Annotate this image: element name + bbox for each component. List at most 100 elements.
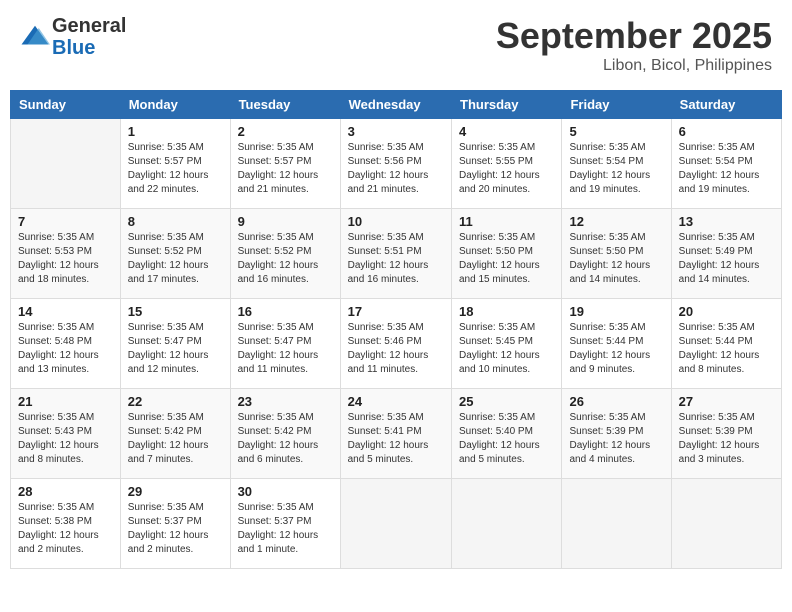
day-info: Sunrise: 5:35 AM Sunset: 5:40 PM Dayligh… (459, 411, 554, 467)
day-number: 27 (679, 394, 774, 409)
day-number: 13 (679, 214, 774, 229)
day-number: 9 (238, 214, 333, 229)
calendar-cell: 9 Sunrise: 5:35 AM Sunset: 5:52 PM Daylig… (230, 209, 340, 299)
day-number: 6 (679, 124, 774, 139)
day-info: Sunrise: 5:35 AM Sunset: 5:44 PM Dayligh… (679, 321, 774, 377)
day-info: Sunrise: 5:35 AM Sunset: 5:41 PM Dayligh… (348, 411, 444, 467)
day-info: Sunrise: 5:35 AM Sunset: 5:49 PM Dayligh… (679, 231, 774, 287)
calendar-cell: 20 Sunrise: 5:35 AM Sunset: 5:44 PM Dayli… (671, 299, 781, 389)
calendar-cell: 23 Sunrise: 5:35 AM Sunset: 5:42 PM Dayli… (230, 389, 340, 479)
calendar-cell: 14 Sunrise: 5:35 AM Sunset: 5:48 PM Dayli… (11, 299, 121, 389)
calendar-week-row: 14 Sunrise: 5:35 AM Sunset: 5:48 PM Dayli… (11, 299, 782, 389)
day-number: 7 (18, 214, 113, 229)
day-number: 19 (569, 304, 663, 319)
calendar-cell: 3 Sunrise: 5:35 AM Sunset: 5:56 PM Daylig… (340, 119, 451, 209)
day-number: 24 (348, 394, 444, 409)
calendar-cell: 5Sunrise: 5:35 AM Sunset: 5:54 PM Daylig… (562, 119, 671, 209)
day-number: 23 (238, 394, 333, 409)
day-info: Sunrise: 5:35 AM Sunset: 5:42 PM Dayligh… (128, 411, 223, 467)
day-info: Sunrise: 5:35 AM Sunset: 5:46 PM Dayligh… (348, 321, 444, 377)
logo-icon (20, 22, 50, 52)
calendar-week-row: 28 Sunrise: 5:35 AM Sunset: 5:38 PM Dayli… (11, 479, 782, 569)
calendar-cell: 24 Sunrise: 5:35 AM Sunset: 5:41 PM Dayli… (340, 389, 451, 479)
day-number: 11 (459, 214, 554, 229)
day-info: Sunrise: 5:35 AM Sunset: 5:52 PM Dayligh… (128, 231, 223, 287)
day-info: Sunrise: 5:35 AM Sunset: 5:54 PM Dayligh… (569, 141, 663, 197)
day-info: Sunrise: 5:35 AM Sunset: 5:43 PM Dayligh… (18, 411, 113, 467)
day-info: Sunrise: 5:35 AM Sunset: 5:47 PM Dayligh… (238, 321, 333, 377)
day-info: Sunrise: 5:35 AM Sunset: 5:38 PM Dayligh… (18, 501, 113, 557)
weekday-header-row: SundayMondayTuesdayWednesdayThursdayFrid… (11, 91, 782, 119)
day-info: Sunrise: 5:35 AM Sunset: 5:50 PM Dayligh… (459, 231, 554, 287)
logo: General Blue (20, 15, 126, 59)
day-number: 15 (128, 304, 223, 319)
calendar-cell: 10Sunrise: 5:35 AM Sunset: 5:51 PM Dayli… (340, 209, 451, 299)
weekday-header-friday: Friday (562, 91, 671, 119)
day-info: Sunrise: 5:35 AM Sunset: 5:39 PM Dayligh… (679, 411, 774, 467)
calendar-cell: 17Sunrise: 5:35 AM Sunset: 5:46 PM Dayli… (340, 299, 451, 389)
day-number: 22 (128, 394, 223, 409)
calendar-cell (671, 479, 781, 569)
title-section: September 2025 Libon, Bicol, Philippines (496, 15, 772, 75)
calendar-cell: 4 Sunrise: 5:35 AM Sunset: 5:55 PM Daylig… (452, 119, 562, 209)
day-info: Sunrise: 5:35 AM Sunset: 5:53 PM Dayligh… (18, 231, 113, 287)
day-number: 2 (238, 124, 333, 139)
day-info: Sunrise: 5:35 AM Sunset: 5:47 PM Dayligh… (128, 321, 223, 377)
day-number: 18 (459, 304, 554, 319)
day-number: 20 (679, 304, 774, 319)
day-info: Sunrise: 5:35 AM Sunset: 5:57 PM Dayligh… (238, 141, 333, 197)
calendar-week-row: 7 Sunrise: 5:35 AM Sunset: 5:53 PM Daylig… (11, 209, 782, 299)
calendar-cell: 29Sunrise: 5:35 AM Sunset: 5:37 PM Dayli… (120, 479, 230, 569)
calendar-cell (11, 119, 121, 209)
day-info: Sunrise: 5:35 AM Sunset: 5:42 PM Dayligh… (238, 411, 333, 467)
day-number: 14 (18, 304, 113, 319)
calendar-cell: 19 Sunrise: 5:35 AM Sunset: 5:44 PM Dayli… (562, 299, 671, 389)
calendar-cell (340, 479, 451, 569)
day-number: 4 (459, 124, 554, 139)
calendar-cell (562, 479, 671, 569)
calendar-cell: 12Sunrise: 5:35 AM Sunset: 5:50 PM Dayli… (562, 209, 671, 299)
calendar-cell: 30Sunrise: 5:35 AM Sunset: 5:37 PM Dayli… (230, 479, 340, 569)
month-title: September 2025 (496, 15, 772, 57)
calendar-cell: 6 Sunrise: 5:35 AM Sunset: 5:54 PM Daylig… (671, 119, 781, 209)
calendar-cell: 7 Sunrise: 5:35 AM Sunset: 5:53 PM Daylig… (11, 209, 121, 299)
calendar-cell: 22 Sunrise: 5:35 AM Sunset: 5:42 PM Dayli… (120, 389, 230, 479)
calendar-cell: 13 Sunrise: 5:35 AM Sunset: 5:49 PM Dayli… (671, 209, 781, 299)
calendar-cell: 8 Sunrise: 5:35 AM Sunset: 5:52 PM Daylig… (120, 209, 230, 299)
calendar-week-row: 1 Sunrise: 5:35 AM Sunset: 5:57 PM Daylig… (11, 119, 782, 209)
calendar-cell: 27 Sunrise: 5:35 AM Sunset: 5:39 PM Dayli… (671, 389, 781, 479)
calendar-cell: 15 Sunrise: 5:35 AM Sunset: 5:47 PM Dayli… (120, 299, 230, 389)
day-number: 21 (18, 394, 113, 409)
day-number: 12 (569, 214, 663, 229)
day-number: 8 (128, 214, 223, 229)
day-info: Sunrise: 5:35 AM Sunset: 5:48 PM Dayligh… (18, 321, 113, 377)
day-number: 26 (569, 394, 663, 409)
day-number: 28 (18, 484, 113, 499)
location-subtitle: Libon, Bicol, Philippines (496, 57, 772, 75)
calendar-cell: 11 Sunrise: 5:35 AM Sunset: 5:50 PM Dayli… (452, 209, 562, 299)
day-info: Sunrise: 5:35 AM Sunset: 5:51 PM Dayligh… (348, 231, 444, 287)
logo-blue-text: Blue (52, 37, 126, 59)
day-number: 30 (238, 484, 333, 499)
day-number: 3 (348, 124, 444, 139)
day-info: Sunrise: 5:35 AM Sunset: 5:39 PM Dayligh… (569, 411, 663, 467)
calendar-cell: 16Sunrise: 5:35 AM Sunset: 5:47 PM Dayli… (230, 299, 340, 389)
calendar-cell: 1 Sunrise: 5:35 AM Sunset: 5:57 PM Daylig… (120, 119, 230, 209)
calendar-cell (452, 479, 562, 569)
calendar-cell: 28 Sunrise: 5:35 AM Sunset: 5:38 PM Dayli… (11, 479, 121, 569)
calendar-cell: 2 Sunrise: 5:35 AM Sunset: 5:57 PM Daylig… (230, 119, 340, 209)
day-number: 29 (128, 484, 223, 499)
calendar-cell: 25 Sunrise: 5:35 AM Sunset: 5:40 PM Dayli… (452, 389, 562, 479)
day-info: Sunrise: 5:35 AM Sunset: 5:44 PM Dayligh… (569, 321, 663, 377)
day-number: 25 (459, 394, 554, 409)
day-info: Sunrise: 5:35 AM Sunset: 5:52 PM Dayligh… (238, 231, 333, 287)
calendar-week-row: 21 Sunrise: 5:35 AM Sunset: 5:43 PM Dayli… (11, 389, 782, 479)
logo-general-text: General (52, 15, 126, 37)
day-info: Sunrise: 5:35 AM Sunset: 5:57 PM Dayligh… (128, 141, 223, 197)
day-number: 1 (128, 124, 223, 139)
weekday-header-sunday: Sunday (11, 91, 121, 119)
day-info: Sunrise: 5:35 AM Sunset: 5:54 PM Dayligh… (679, 141, 774, 197)
day-info: Sunrise: 5:35 AM Sunset: 5:55 PM Dayligh… (459, 141, 554, 197)
calendar-table: SundayMondayTuesdayWednesdayThursdayFrid… (10, 90, 782, 569)
day-info: Sunrise: 5:35 AM Sunset: 5:56 PM Dayligh… (348, 141, 444, 197)
